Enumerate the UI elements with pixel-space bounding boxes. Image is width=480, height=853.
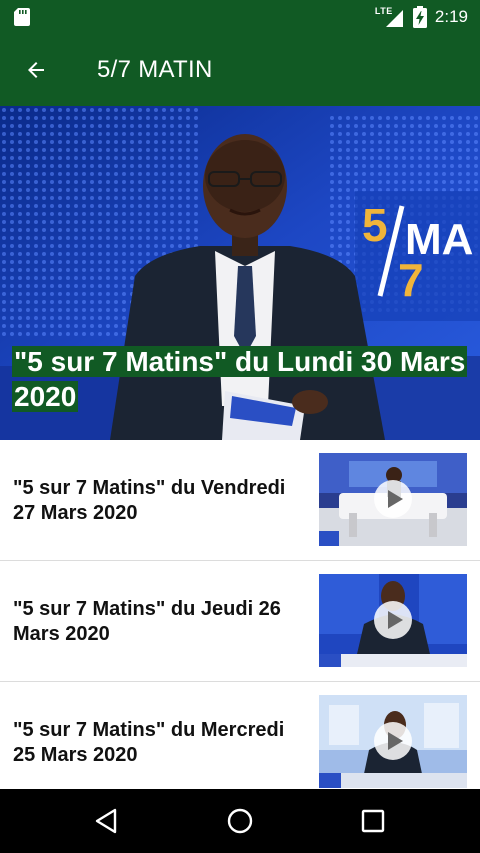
sd-card-icon: [14, 8, 30, 26]
episode-thumbnail: [319, 574, 467, 667]
nav-recents-button[interactable]: [345, 801, 401, 841]
app-bar: 5/7 MATIN: [0, 34, 480, 106]
page-title: 5/7 MATIN: [97, 56, 213, 83]
episode-title: "5 sur 7 Matins" du Mercredi 25 Mars 202…: [13, 719, 285, 766]
play-icon: [374, 601, 412, 639]
clock: 2:19: [434, 7, 468, 26]
signal-icon: [385, 10, 403, 27]
nav-back-button[interactable]: [78, 801, 134, 841]
episode-list: "5 sur 7 Matins" du Vendredi 27 Mars 202…: [0, 440, 480, 803]
navigation-bar: [0, 789, 480, 853]
network-indicator: LTE: [375, 6, 405, 28]
status-bar: LTE 2:19: [0, 0, 480, 34]
list-item[interactable]: "5 sur 7 Matins" du Mercredi 25 Mars 202…: [0, 682, 480, 803]
studio-logo: 5 7 MA: [355, 191, 480, 321]
nav-back-icon: [95, 808, 117, 834]
episode-thumbnail: [319, 695, 467, 788]
back-button[interactable]: [14, 48, 58, 92]
nav-home-button[interactable]: [212, 801, 268, 841]
featured-title: "5 sur 7 Matins" du Lundi 30 Mars 2020: [12, 346, 468, 412]
list-item[interactable]: "5 sur 7 Matins" du Jeudi 26 Mars 2020: [0, 561, 480, 682]
episode-title: "5 sur 7 Matins" du Jeudi 26 Mars 2020: [13, 598, 281, 645]
play-icon: [374, 480, 412, 518]
play-icon: [374, 722, 412, 760]
battery-charging-icon: [412, 6, 427, 28]
episode-title: "5 sur 7 Matins" du Vendredi 27 Mars 202…: [13, 477, 286, 524]
episode-thumbnail: [319, 453, 467, 546]
nav-recents-icon: [361, 809, 385, 833]
arrow-back-icon: [28, 62, 44, 78]
list-item[interactable]: "5 sur 7 Matins" du Vendredi 27 Mars 202…: [0, 440, 480, 561]
nav-home-icon: [227, 808, 253, 834]
featured-episode[interactable]: 5 7 MA "5 sur 7 Matins" du Lundi 30 Mars…: [0, 106, 480, 440]
svg-text:MA: MA: [405, 215, 473, 264]
svg-text:5: 5: [362, 199, 388, 251]
